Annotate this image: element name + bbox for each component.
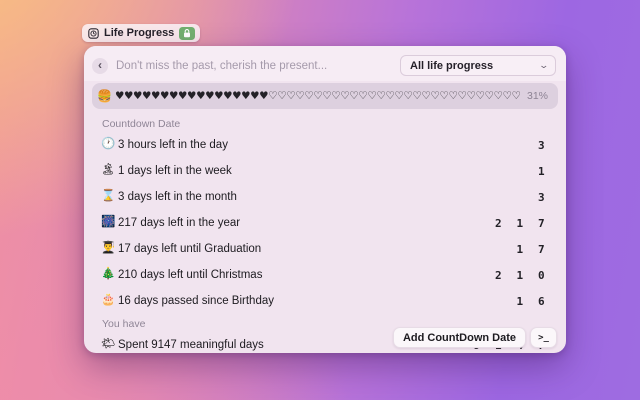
digit-cell: 0 [537, 268, 545, 282]
section-label: Countdown Date [102, 118, 181, 130]
clock-icon: 🕐 [101, 138, 116, 151]
fireworks-icon: 🎆 [101, 216, 116, 229]
countdown-digits: 3 [531, 191, 553, 204]
header-subtitle: Don't miss the past, cherish the present… [116, 59, 328, 72]
digit-cell: 3 [537, 190, 545, 204]
clock-app-icon [88, 27, 99, 39]
digit-cell: 1 [516, 268, 524, 282]
island-icon: 🏝 [101, 164, 116, 177]
footer-buttons: Add CountDown Date >_ [392, 327, 557, 348]
countdown-row[interactable]: 🎆 217 days left in the year 2 1 7 [84, 210, 566, 236]
countdown-row-label: 217 days left in the year [118, 217, 241, 229]
countdown-sections: Countdown Date 🕐 3 hours left in the day 3 🏝… [84, 118, 566, 353]
lock-icon [179, 26, 196, 40]
graduate-icon: 👨‍🎓 [101, 242, 116, 255]
digit-cell: 1 [516, 294, 524, 308]
digit-cell: 2 [494, 216, 502, 230]
filter-dropdown[interactable]: All life progress ⌄ [400, 55, 556, 76]
sun-cloud-icon: 🌤 [101, 338, 116, 351]
digit-cell: 7 [537, 216, 545, 230]
countdown-row-label: 17 days left until Graduation [118, 243, 262, 255]
terminal-button[interactable]: >_ [530, 327, 557, 348]
filter-dropdown-value: All life progress [410, 59, 494, 72]
menubar-app-pill[interactable]: Life Progress [82, 24, 201, 42]
countdown-row[interactable]: 🎂 16 days passed since Birthday 1 6 [84, 288, 566, 314]
panel-header: ‹ Don't miss the past, cherish the prese… [84, 46, 566, 81]
digit-cell: 6 [537, 294, 545, 308]
chevron-down-icon: ⌄ [538, 60, 550, 70]
countdown-row-label: 210 days left until Christmas [118, 269, 263, 281]
digit-cell: 7 [537, 242, 545, 256]
life-progress-panel: ‹ Don't miss the past, cherish the prese… [84, 46, 566, 353]
digit-cell: 1 [516, 242, 524, 256]
countdown-row[interactable]: 👨‍🎓 17 days left until Graduation 1 7 [84, 236, 566, 262]
back-chevron-icon: ‹ [98, 58, 102, 72]
digit-cell: 2 [494, 268, 502, 282]
countdown-row-label: 1 days left in the week [118, 165, 232, 177]
birthday-cake-icon: 🎂 [101, 294, 116, 307]
countdown-digits: 3 [531, 139, 553, 152]
countdown-row-label: 3 days left in the month [118, 191, 237, 203]
countdown-digits: 17 [509, 243, 552, 256]
countdown-row[interactable]: ⌛ 3 days left in the month 3 [84, 184, 566, 210]
countdown-row-label: 16 days passed since Birthday [118, 295, 274, 307]
countdown-row[interactable]: 🎄 210 days left until Christmas 2 1 0 [84, 262, 566, 288]
back-button[interactable]: ‹ [92, 57, 108, 74]
hearts-progress: ♥♥♥♥♥♥♥♥♥♥♥♥♥♥♥♥♥♡♡♡♡♡♡♡♡♡♡♡♡♡♡♡♡♡♡♡♡♡♡♡… [114, 90, 521, 102]
add-countdown-date-button[interactable]: Add CountDown Date [392, 327, 526, 348]
countdown-digits: 1 [531, 165, 553, 178]
christmas-tree-icon: 🎄 [101, 268, 116, 281]
burger-icon: 🍔 [97, 89, 112, 103]
digit-cell: 1 [537, 164, 545, 178]
countdown-digits: 16 [509, 295, 552, 308]
hourglass-icon: ⌛ [101, 190, 116, 203]
countdown-row[interactable]: 🕐 3 hours left in the day 3 [84, 132, 566, 158]
life-progress-bar[interactable]: 🍔 ♥♥♥♥♥♥♥♥♥♥♥♥♥♥♥♥♥♡♡♡♡♡♡♡♡♡♡♡♡♡♡♡♡♡♡♡♡♡… [92, 83, 558, 109]
digit-cell: 1 [516, 216, 524, 230]
countdown-row[interactable]: 🏝 1 days left in the week 1 [84, 158, 566, 184]
countdown-digits: 217 [488, 217, 553, 230]
countdown-row-label: 3 hours left in the day [118, 139, 228, 151]
app-title: Life Progress [104, 27, 175, 39]
digit-cell: 3 [537, 138, 545, 152]
progress-percent: 31% [526, 90, 548, 102]
countdown-digits: 210 [488, 269, 553, 282]
